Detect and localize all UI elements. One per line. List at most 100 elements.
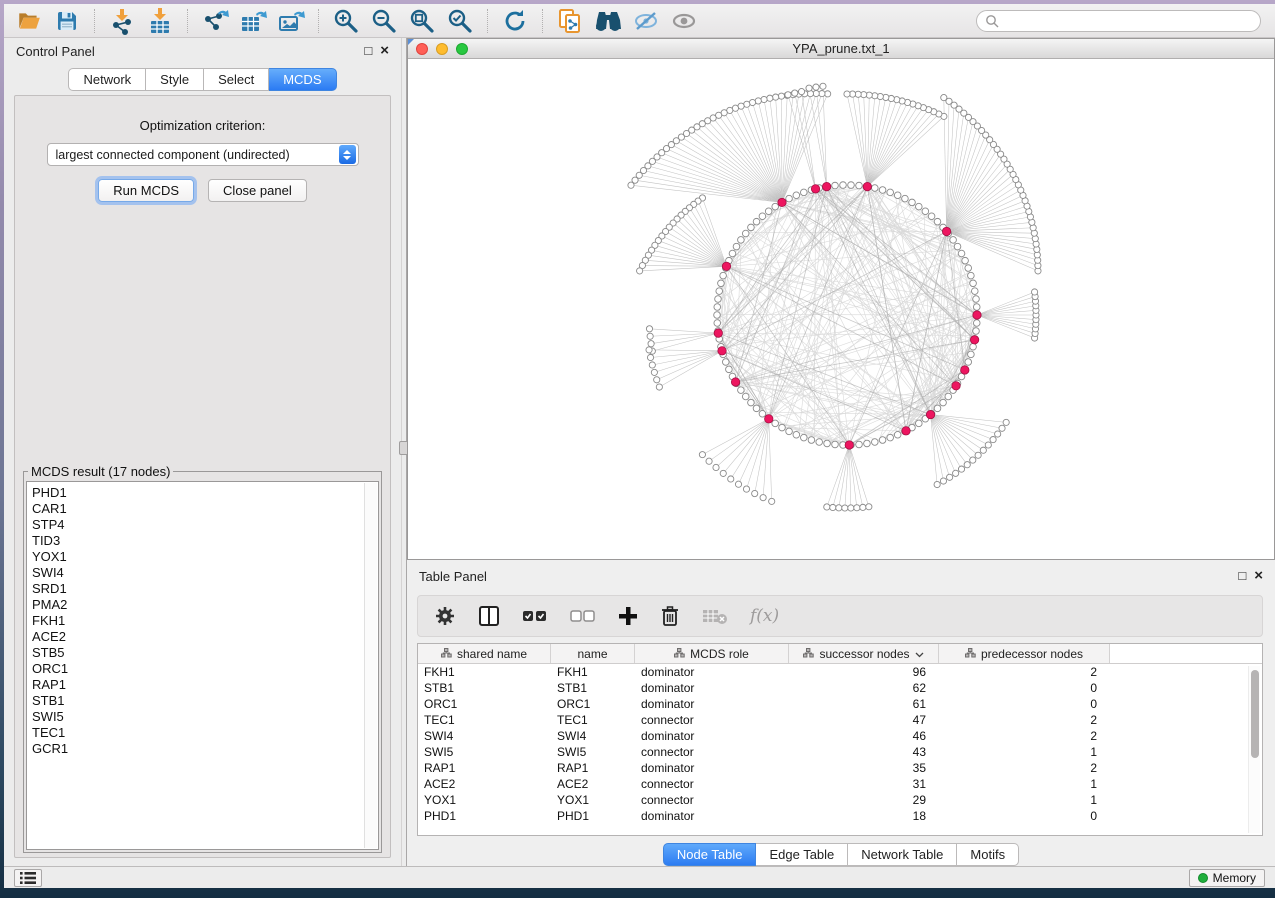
mcds-list-scrollbar[interactable]	[364, 483, 377, 848]
table-row[interactable]: SWI4SWI4dominator462	[418, 728, 1262, 744]
column-header-label: shared name	[457, 647, 527, 661]
float-icon[interactable]: □	[364, 45, 372, 57]
export-image-icon[interactable]	[274, 7, 308, 35]
refresh-icon[interactable]	[498, 7, 532, 35]
table-row[interactable]: STB1STB1dominator620	[418, 680, 1262, 696]
close-icon[interactable]: ×	[1254, 570, 1263, 582]
cell-mcds-role: dominator	[635, 760, 789, 776]
cell-mcds-role: connector	[635, 792, 789, 808]
column-header-successor-nodes[interactable]: successor nodes	[789, 644, 939, 663]
import-table-icon[interactable]	[143, 7, 177, 35]
list-item[interactable]: SWI4	[32, 565, 364, 581]
export-table-icon[interactable]	[236, 7, 270, 35]
toolbar-separator	[187, 9, 188, 33]
list-item[interactable]: RAP1	[32, 677, 364, 693]
column-header-name[interactable]: name	[551, 644, 635, 663]
show-eye-icon[interactable]	[667, 7, 701, 35]
list-item[interactable]: FKH1	[32, 613, 364, 629]
delete-table-icon[interactable]	[702, 607, 728, 625]
delete-column-icon[interactable]	[660, 605, 680, 627]
toolbar-separator	[487, 9, 488, 33]
column-header-predecessor-nodes[interactable]: predecessor nodes	[939, 644, 1110, 663]
table-row[interactable]: PHD1PHD1dominator180	[418, 808, 1262, 824]
control-panel-title: Control Panel	[16, 44, 364, 59]
duplicate-network-icon[interactable]	[553, 7, 587, 35]
list-item[interactable]: SRD1	[32, 581, 364, 597]
column-header-mcds-role[interactable]: MCDS role	[635, 644, 789, 663]
app-window: Control Panel □ × NetworkStyleSelectMCDS…	[4, 4, 1275, 888]
mcds-panel: Optimization criterion: largest connecte…	[14, 95, 391, 858]
column-header-shared-name[interactable]: shared name	[418, 644, 551, 663]
list-item[interactable]: CAR1	[32, 501, 364, 517]
list-item[interactable]: TEC1	[32, 725, 364, 741]
open-file-icon[interactable]	[12, 7, 46, 35]
zoom-out-icon[interactable]	[367, 7, 401, 35]
tab-node-table[interactable]: Node Table	[663, 843, 757, 866]
tab-edge-table[interactable]: Edge Table	[756, 843, 848, 866]
gear-icon[interactable]	[434, 605, 456, 627]
list-item[interactable]: TID3	[32, 533, 364, 549]
table-scrollbar[interactable]	[1248, 666, 1260, 833]
list-item[interactable]: ORC1	[32, 661, 364, 677]
network-graph[interactable]	[408, 59, 1274, 555]
cell-mcds-role: dominator	[635, 664, 789, 680]
cell-shared-name: ACE2	[418, 776, 551, 792]
table-row[interactable]: TEC1TEC1connector472	[418, 712, 1262, 728]
select-all-columns-icon[interactable]	[522, 609, 548, 623]
binoculars-icon[interactable]	[591, 7, 625, 35]
table-row[interactable]: FKH1FKH1dominator962	[418, 664, 1262, 680]
table-row[interactable]: SWI5SWI5connector431	[418, 744, 1262, 760]
zoom-fit-icon[interactable]	[405, 7, 439, 35]
deselect-all-columns-icon[interactable]	[570, 609, 596, 623]
tab-motifs[interactable]: Motifs	[957, 843, 1019, 866]
list-item[interactable]: ACE2	[32, 629, 364, 645]
cell-shared-name: SWI4	[418, 728, 551, 744]
hide-eye-icon[interactable]	[629, 7, 663, 35]
add-column-icon[interactable]	[618, 606, 638, 626]
network-window-titlebar[interactable]: YPA_prune.txt_1	[408, 39, 1274, 59]
memory-button[interactable]: Memory	[1189, 869, 1265, 887]
cell-shared-name: FKH1	[418, 664, 551, 680]
table-toolbar: f(x)	[417, 595, 1263, 637]
list-item[interactable]: SWI5	[32, 709, 364, 725]
export-network-icon[interactable]	[198, 7, 232, 35]
table-row[interactable]: ORC1ORC1dominator610	[418, 696, 1262, 712]
list-item[interactable]: YOX1	[32, 549, 364, 565]
cell-name: FKH1	[551, 664, 635, 680]
list-item[interactable]: STB5	[32, 645, 364, 661]
import-network-icon[interactable]	[105, 7, 139, 35]
sort-desc-icon	[915, 647, 924, 661]
cell-name: STB1	[551, 680, 635, 696]
zoom-in-icon[interactable]	[329, 7, 363, 35]
list-item[interactable]: GCR1	[32, 741, 364, 757]
close-icon[interactable]: ×	[380, 45, 389, 57]
table-row[interactable]: ACE2ACE2connector311	[418, 776, 1262, 792]
list-item[interactable]: STB1	[32, 693, 364, 709]
tab-style[interactable]: Style	[146, 68, 204, 91]
function-builder-icon[interactable]: f(x)	[750, 606, 779, 626]
cell-predecessor-nodes: 2	[939, 728, 1110, 744]
run-mcds-button[interactable]: Run MCDS	[98, 179, 194, 202]
float-icon[interactable]: □	[1238, 570, 1246, 582]
optimization-dropdown[interactable]: largest connected component (undirected)	[47, 143, 359, 166]
tab-select[interactable]: Select	[204, 68, 269, 91]
network-canvas[interactable]	[408, 59, 1274, 559]
tab-network-table[interactable]: Network Table	[848, 843, 957, 866]
close-panel-button[interactable]: Close panel	[208, 179, 307, 202]
tab-mcds[interactable]: MCDS	[269, 68, 336, 91]
table-row[interactable]: RAP1RAP1dominator352	[418, 760, 1262, 776]
list-item[interactable]: PMA2	[32, 597, 364, 613]
list-item[interactable]: STP4	[32, 517, 364, 533]
list-item[interactable]: PHD1	[32, 485, 364, 501]
search-input[interactable]	[1003, 14, 1252, 28]
dropdown-value: largest connected component (undirected)	[48, 148, 339, 162]
table-row[interactable]: YOX1YOX1connector291	[418, 792, 1262, 808]
tab-network[interactable]: Network	[68, 68, 146, 91]
zoom-selected-icon[interactable]	[443, 7, 477, 35]
column-layout-icon[interactable]	[478, 605, 500, 627]
table-panel: Table Panel □ ×	[407, 560, 1275, 866]
save-icon[interactable]	[50, 7, 84, 35]
task-history-button[interactable]	[14, 869, 42, 887]
table-scrollbar-thumb[interactable]	[1251, 670, 1259, 758]
search-box[interactable]	[976, 10, 1261, 32]
